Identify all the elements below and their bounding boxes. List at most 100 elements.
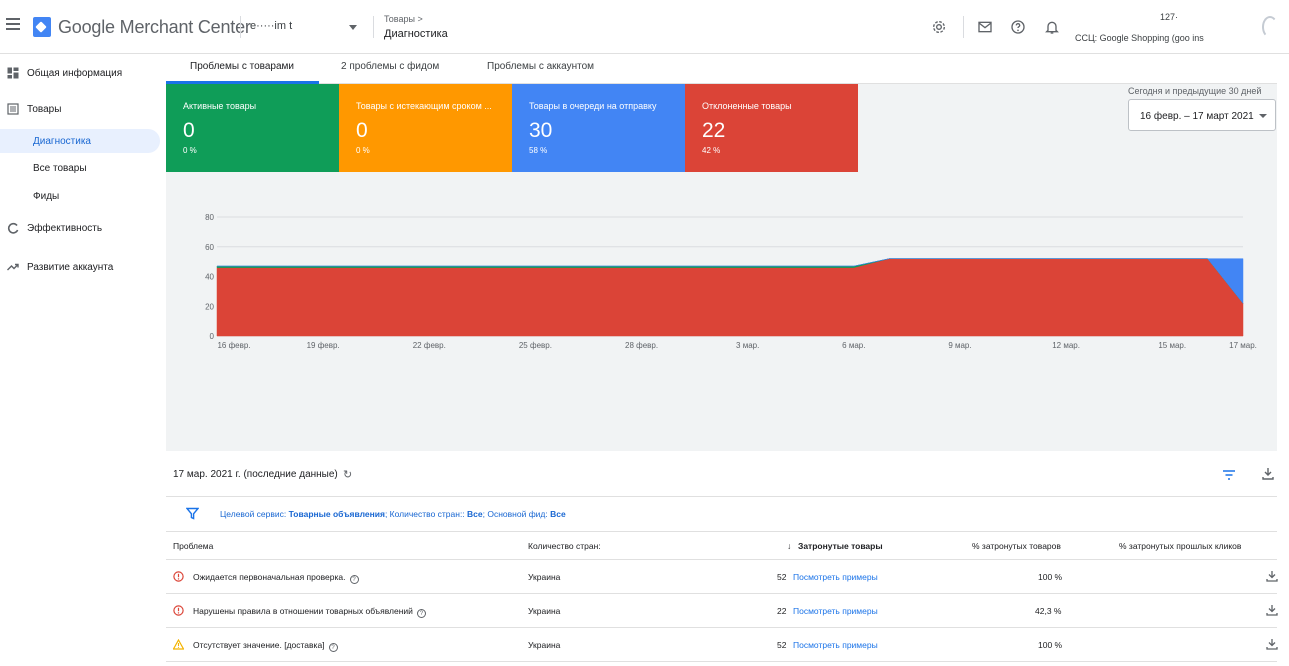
column-affected[interactable]: Затронутые товары	[798, 541, 883, 551]
sidebar-item-label: Все товары	[33, 162, 87, 174]
count-cell: 52	[777, 640, 787, 650]
table-row[interactable]: Отсутствует значение. [доставка]? Украин…	[166, 628, 1278, 662]
help-icon[interactable]: ?	[416, 609, 426, 618]
y-tick-label: 40	[205, 273, 214, 282]
sidebar-item-feeds[interactable]: Фиды	[0, 184, 166, 208]
card-pending[interactable]: Товары в очереди на отправку 30 58 %	[512, 84, 685, 172]
column-affected-pct[interactable]: % затронутых товаров	[972, 541, 1061, 551]
problem-cell: Отсутствует значение. [доставка]?	[193, 640, 338, 652]
settings-icon[interactable]	[931, 19, 947, 35]
sidebar: Общая информация Товары Диагностика Все …	[0, 55, 166, 666]
table-row[interactable]: Ожидается первоначальная проверка.? Укра…	[166, 560, 1278, 594]
filter-chips[interactable]: Целевой сервис: Товарные объявления; Кол…	[220, 509, 566, 519]
sidebar-item-diagnostics[interactable]: Диагностика	[0, 129, 160, 153]
breadcrumb-parent[interactable]: Товары >	[384, 14, 423, 24]
pct-cell: 100 %	[1038, 640, 1063, 650]
help-icon[interactable]	[1010, 19, 1026, 35]
merchant-center-logo[interactable]	[33, 17, 51, 37]
download-icon[interactable]	[1266, 604, 1278, 616]
card-title: Активные товары	[183, 101, 257, 111]
dashboard-icon	[7, 67, 19, 79]
sidebar-item-label: Товары	[27, 103, 62, 115]
x-tick-label: 16 февр.	[217, 341, 250, 350]
column-countries[interactable]: Количество стран:	[528, 541, 601, 551]
filter-countries-label: ; Количество стран::	[384, 509, 468, 519]
count-cell: 22	[777, 606, 787, 616]
card-title: Товары с истекающим сроком ...	[356, 101, 492, 111]
column-clicks-pct[interactable]: % затронутых прошлых кликов	[1119, 541, 1241, 551]
problem-cell: Нарушены правила в отношении товарных об…	[193, 606, 426, 618]
sidebar-item-performance[interactable]: Эффективность	[0, 216, 166, 240]
y-tick-label: 0	[210, 332, 215, 341]
view-examples-link[interactable]: Посмотреть примеры	[793, 572, 878, 582]
card-value: 22	[702, 119, 726, 142]
table-header: Проблема Количество стран: ↓ Затронутые …	[166, 532, 1277, 560]
last-updated: 17 мар. 2021 г. (последние данные)	[173, 469, 338, 480]
card-expiring[interactable]: Товары с истекающим сроком ... 0 0 %	[339, 84, 512, 172]
list-icon	[7, 103, 19, 115]
tab-product-issues[interactable]: Проблемы с товарами	[190, 61, 294, 72]
problem-text: Ожидается первоначальная проверка.	[193, 572, 346, 582]
help-icon[interactable]: ?	[328, 643, 338, 652]
sidebar-item-label: Диагностика	[33, 135, 91, 147]
count-cell: 52	[777, 572, 787, 582]
date-range-value: 16 февр. – 17 март 2021	[1140, 111, 1254, 122]
y-tick-label: 80	[205, 213, 214, 222]
filter-feed-value: Все	[550, 509, 566, 519]
x-tick-label: 19 февр.	[307, 341, 340, 350]
card-active[interactable]: Активные товары 0 0 %	[166, 84, 339, 172]
x-tick-label: 9 мар.	[948, 341, 971, 350]
sidebar-item-overview[interactable]: Общая информация	[0, 61, 166, 85]
sidebar-item-growth[interactable]: Развитие аккаунта	[0, 255, 166, 279]
notifications-icon[interactable]	[1044, 19, 1060, 35]
sidebar-item-all-products[interactable]: Все товары	[0, 156, 166, 180]
pct-cell: 42,3 %	[1035, 606, 1062, 616]
refresh-icon[interactable]: ↻	[343, 468, 352, 481]
view-examples-link[interactable]: Посмотреть примеры	[793, 640, 878, 650]
country-cell: Украина	[528, 640, 561, 650]
menu-icon[interactable]	[6, 18, 20, 30]
chevron-down-icon	[1259, 114, 1267, 118]
help-icon[interactable]: ?	[349, 575, 359, 584]
card-disapproved[interactable]: Отклоненные товары 22 42 %	[685, 84, 858, 172]
account-id: 127·	[1160, 12, 1179, 22]
card-percent: 58 %	[529, 146, 548, 155]
account-selector[interactable]: e·····im t	[250, 20, 292, 32]
main-content: Проблемы с товарами 2 проблемы с фидом П…	[166, 55, 1289, 666]
problem-text: Отсутствует значение. [доставка]	[193, 640, 325, 650]
x-tick-label: 22 февр.	[413, 341, 446, 350]
brand-title[interactable]: Google Merchant Center	[58, 17, 251, 38]
card-title: Отклоненные товары	[702, 101, 792, 111]
sidebar-item-label: Общая информация	[27, 67, 123, 79]
divider	[240, 16, 241, 38]
download-icon[interactable]	[1262, 467, 1274, 480]
date-range-picker[interactable]: 16 февр. – 17 март 2021	[1128, 99, 1276, 131]
chevron-down-icon[interactable]	[349, 25, 357, 30]
country-cell: Украина	[528, 572, 561, 582]
table-toolbar: 17 мар. 2021 г. (последние данные) ↻	[166, 451, 1277, 497]
top-app-bar: Google Merchant Center e·····im t Товары…	[0, 0, 1289, 54]
filter-list-icon[interactable]	[1222, 469, 1236, 481]
error-icon	[173, 571, 184, 582]
avatar[interactable]	[1262, 16, 1278, 38]
card-value: 0	[356, 119, 368, 142]
filter-icon[interactable]	[186, 507, 199, 520]
column-problem[interactable]: Проблема	[173, 541, 213, 551]
download-icon[interactable]	[1266, 638, 1278, 650]
card-percent: 0 %	[183, 146, 197, 155]
divider	[963, 16, 964, 38]
tab-account-issues[interactable]: Проблемы с аккаунтом	[487, 61, 594, 72]
error-icon	[173, 605, 184, 616]
account-name: ССЦ: Google Shopping (goo ins	[1075, 33, 1204, 43]
card-title: Товары в очереди на отправку	[529, 101, 657, 111]
sidebar-item-products[interactable]: Товары	[0, 97, 166, 121]
view-examples-link[interactable]: Посмотреть примеры	[793, 606, 878, 616]
performance-icon	[7, 222, 19, 234]
download-icon[interactable]	[1266, 570, 1278, 582]
table-row[interactable]: Нарушены правила в отношении товарных об…	[166, 594, 1278, 628]
products-area-chart: 80 60 40 20 016 февр. 19 февр. 22 февр. 25 февр…	[205, 213, 1257, 350]
y-tick-label: 60	[205, 243, 214, 252]
mail-icon[interactable]	[977, 19, 993, 35]
tab-feed-issues[interactable]: 2 проблемы с фидом	[341, 61, 439, 72]
date-range-label: Сегодня и предыдущие 30 дней	[1128, 86, 1262, 96]
